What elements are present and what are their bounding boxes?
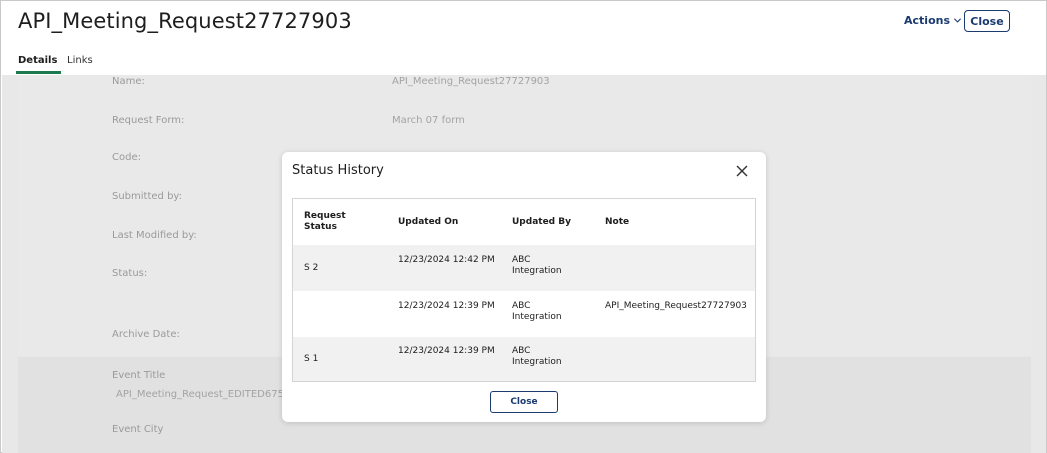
cell-request-status: S 1 <box>304 354 319 364</box>
tab-details[interactable]: Details <box>18 55 57 66</box>
cell-note: API_Meeting_Request27727903 <box>605 301 747 311</box>
cell-request-status: S 2 <box>304 263 319 273</box>
actions-label: Actions <box>904 14 950 27</box>
modal-title: Status History <box>292 163 384 178</box>
cell-updated-on: 12/23/2024 12:39 PM <box>398 301 495 311</box>
table-row: 12/23/2024 12:39 PM ABC Integration API_… <box>293 291 755 337</box>
active-tab-indicator <box>16 71 61 74</box>
cell-updated-by: ABC Integration <box>512 346 562 367</box>
status-label: Status: <box>112 268 148 279</box>
close-button[interactable]: Close <box>964 10 1010 32</box>
event-title-value: API_Meeting_Request_EDITED67574 <box>116 389 297 400</box>
column-header-note: Note <box>605 217 630 227</box>
request-form-value: March 07 form <box>392 115 465 126</box>
last-modified-label: Last Modified by: <box>112 230 197 241</box>
cell-updated-by: ABC Integration <box>512 301 562 322</box>
cell-updated-on: 12/23/2024 12:42 PM <box>398 255 495 265</box>
event-title-label: Event Title <box>112 370 166 381</box>
code-label: Code: <box>112 152 141 163</box>
modal-close-button[interactable]: Close <box>490 391 558 413</box>
submitted-by-label: Submitted by: <box>112 191 182 202</box>
column-header-updated-on: Updated On <box>398 217 459 227</box>
status-history-table: Request Status Updated On Updated By Not… <box>292 198 756 382</box>
app-window: API_Meeting_Request27727903 Actions Clos… <box>0 0 1047 453</box>
name-label: Name: <box>112 76 145 87</box>
status-history-modal: Status History Request Status Updated On… <box>282 152 766 422</box>
name-value: API_Meeting_Request27727903 <box>392 76 550 87</box>
column-header-updated-by: Updated By <box>512 217 571 227</box>
event-city-label: Event City <box>112 424 164 435</box>
request-form-label: Request Form: <box>112 115 185 126</box>
table-row: S 2 12/23/2024 12:42 PM ABC Integration <box>293 245 755 291</box>
tab-links[interactable]: Links <box>67 55 93 66</box>
archive-date-label: Archive Date: <box>112 329 180 340</box>
actions-menu-button[interactable]: Actions <box>904 14 962 27</box>
page-title: API_Meeting_Request27727903 <box>18 9 352 33</box>
column-header-request-status: Request Status <box>304 211 346 232</box>
table-row: S 1 12/23/2024 12:39 PM ABC Integration <box>293 337 755 381</box>
cell-updated-on: 12/23/2024 12:39 PM <box>398 346 495 356</box>
page-header: API_Meeting_Request27727903 Actions Clos… <box>1 1 1046 81</box>
close-icon[interactable] <box>735 164 749 178</box>
chevron-down-icon <box>953 18 962 23</box>
cell-updated-by: ABC Integration <box>512 255 562 276</box>
